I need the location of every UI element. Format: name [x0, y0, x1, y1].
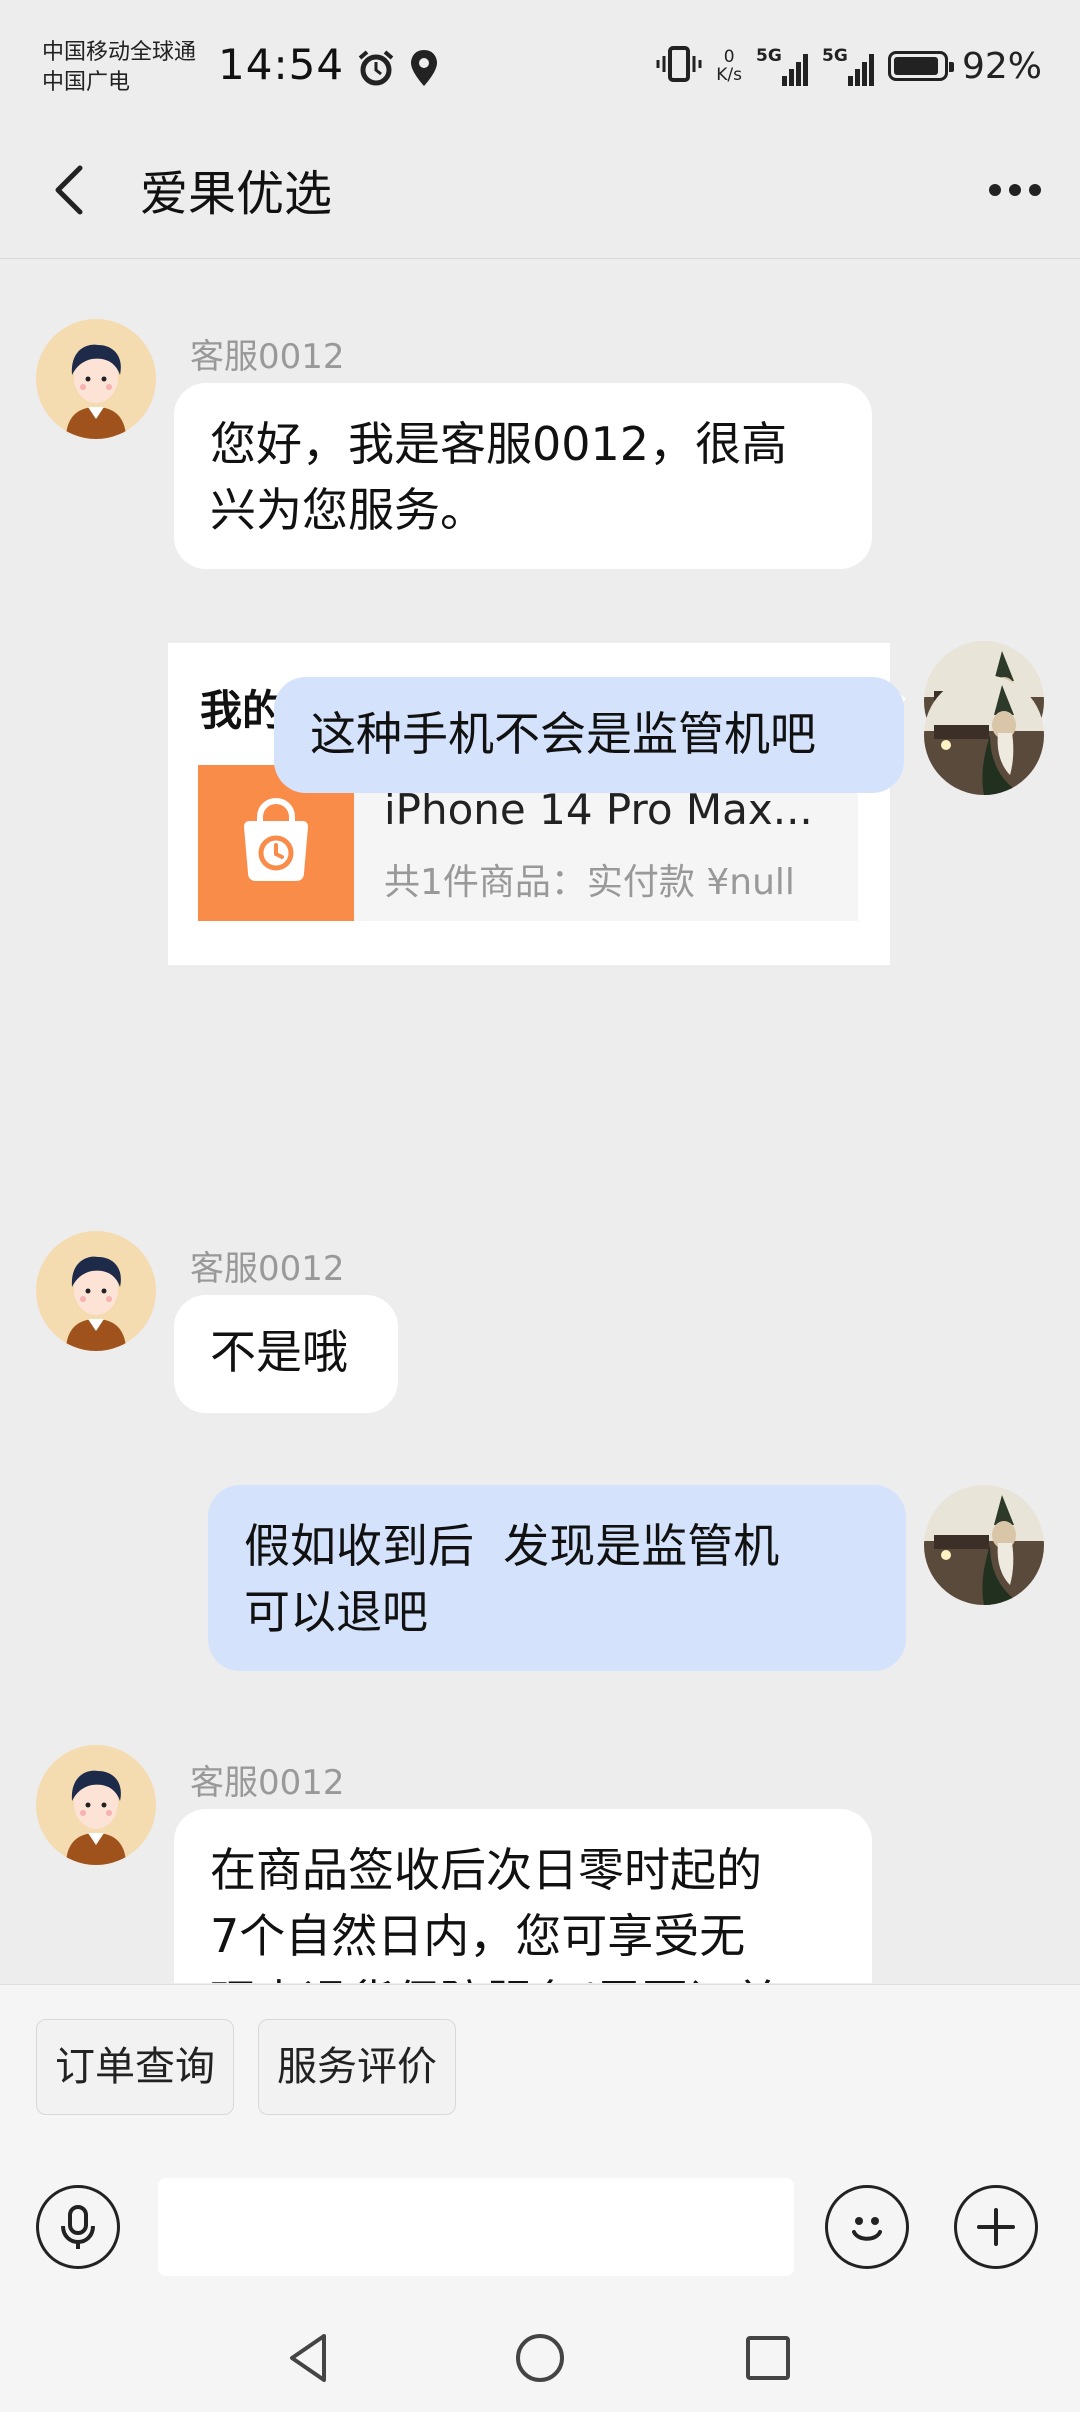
- quick-order-query-button[interactable]: 订单查询: [36, 2019, 234, 2115]
- microphone-icon[interactable]: [36, 2185, 120, 2269]
- nav-back-icon[interactable]: [278, 2328, 338, 2388]
- message-text: 假如收到后 发现是监管机: [244, 1519, 780, 1573]
- message-bubble-incoming: 不是哦: [174, 1295, 398, 1413]
- chat-header: 爱果优选: [0, 120, 1080, 259]
- message-text: 不是哦: [210, 1325, 348, 1379]
- net-speed: 0 K/s: [716, 48, 742, 84]
- signal-1-icon: 5G: [756, 46, 808, 86]
- status-time: 14:54: [218, 40, 345, 89]
- nav-recents-icon[interactable]: [738, 2328, 798, 2388]
- message-text: 在商品签收后次日零时起的: [210, 1843, 762, 1897]
- sender-name: 客服0012: [190, 1763, 345, 1803]
- message-text: 理由退货保障服务(需要订单: [210, 1969, 836, 1983]
- message-bubble-incoming: 在商品签收后次日零时起的 7个自然日内，您可享受无 理由退货保障服务(需要订单: [174, 1809, 872, 1983]
- emoji-icon[interactable]: [825, 2185, 909, 2269]
- status-bar: 中国移动全球通 中国广电 14:54 0 K/s 5G 5G 92%: [0, 0, 1080, 120]
- alarm-icon: [356, 48, 396, 92]
- nav-home-icon[interactable]: [510, 2328, 570, 2388]
- carrier-2: 中国广电: [42, 70, 131, 95]
- system-nav-bar: [0, 2298, 1080, 2412]
- battery-percent: 92%: [961, 45, 1042, 87]
- net-speed-value: 0: [723, 47, 735, 67]
- message-text: 可以退吧: [244, 1585, 428, 1639]
- chat-list-continued: 客服0012 不是哦 假如收到后 发现是监管机 可以退吧 客服0012 在商品签…: [0, 259, 1080, 1983]
- battery-icon: [887, 51, 954, 81]
- quick-service-review-button[interactable]: 服务评价: [258, 2019, 456, 2115]
- location-icon: [408, 48, 440, 92]
- vibrate-icon: [656, 44, 702, 88]
- more-dots-icon[interactable]: [980, 162, 1050, 218]
- message-bubble-outgoing: 假如收到后 发现是监管机 可以退吧: [208, 1485, 906, 1671]
- message-input[interactable]: [158, 2178, 794, 2276]
- page-title: 爱果优选: [140, 166, 333, 222]
- plus-icon[interactable]: [954, 2185, 1038, 2269]
- signal-2-icon: 5G: [822, 46, 874, 86]
- signal-1-label: 5G: [755, 46, 782, 66]
- signal-2-label: 5G: [821, 46, 848, 66]
- agent-avatar: [36, 1745, 156, 1865]
- user-avatar: [924, 1485, 1044, 1605]
- sender-name: 客服0012: [190, 1249, 345, 1289]
- message-text: 7个自然日内，您可享受无: [210, 1909, 746, 1963]
- battery-fill: [893, 57, 938, 75]
- carrier-1: 中国移动全球通: [42, 40, 197, 65]
- chevron-left-icon[interactable]: [44, 160, 104, 220]
- carrier-info: 中国移动全球通 中国广电: [42, 38, 196, 98]
- chat-input-area: 订单查询 服务评价: [0, 1984, 1080, 2298]
- net-speed-unit: K/s: [716, 65, 742, 85]
